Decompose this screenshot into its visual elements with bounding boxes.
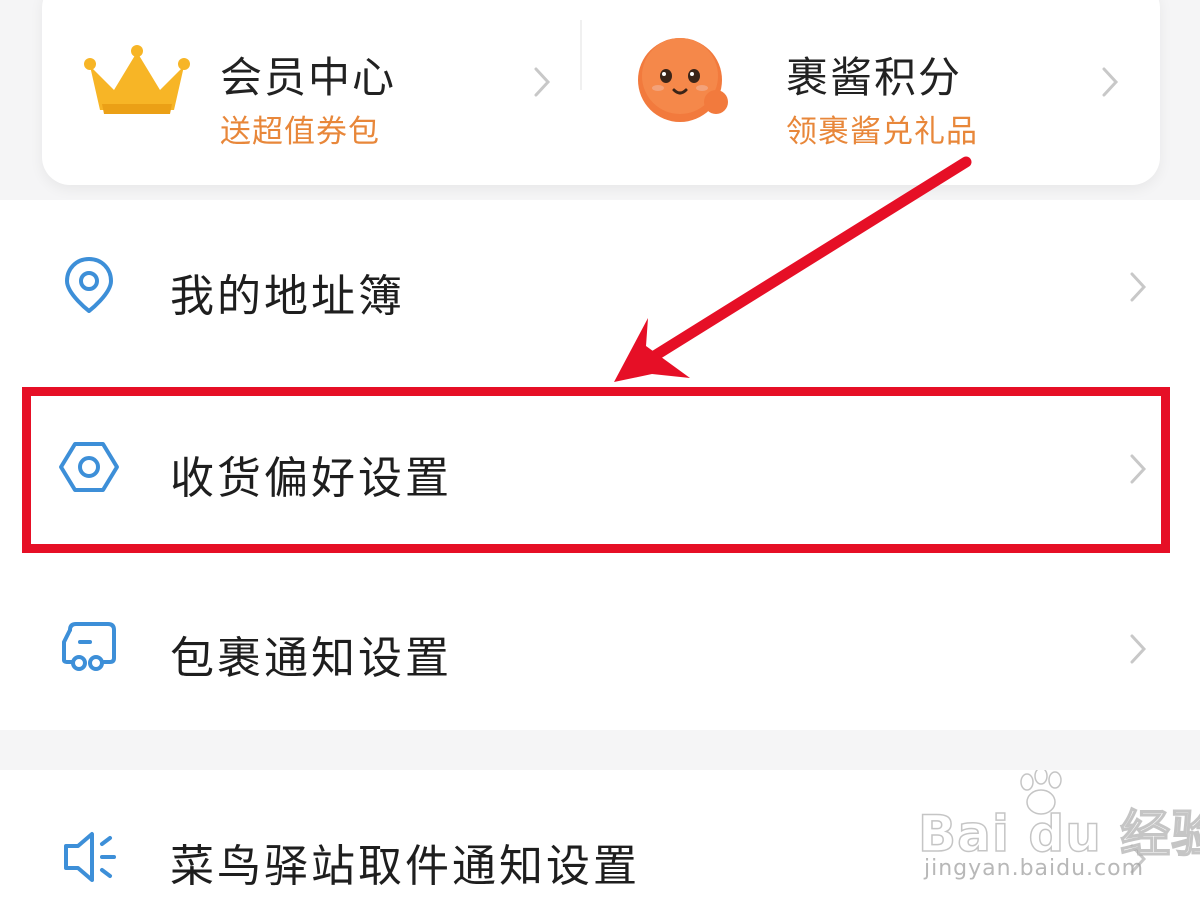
- chevron-right-icon: [534, 67, 551, 97]
- chevron-right-icon: [1130, 272, 1147, 302]
- menu-item-address-book[interactable]: 我的地址簿: [0, 222, 1200, 352]
- menu-item-delivery-preferences[interactable]: 收货偏好设置: [0, 402, 1200, 532]
- menu-item-label: 我的地址簿: [170, 271, 405, 322]
- chevron-right-icon: [1130, 454, 1147, 484]
- chevron-right-icon: [1130, 634, 1147, 664]
- member-center-title: 会员中心: [220, 53, 397, 102]
- menu-item-label: 包裹通知设置: [170, 633, 452, 684]
- crown-icon: [84, 45, 190, 114]
- menu-item-label: 菜鸟驿站取件通知设置: [170, 841, 640, 892]
- mascot-icon: [638, 38, 728, 122]
- top-section: 会员中心 送超值券包 裹酱积分 领裹酱兑礼品: [0, 0, 1200, 230]
- menu-item-package-notifications[interactable]: 包裹通知设置: [0, 584, 1200, 714]
- points-title: 裹酱积分: [786, 53, 963, 102]
- chevron-right-icon: [1102, 67, 1119, 97]
- points-subtitle: 领裹酱兑礼品: [786, 114, 978, 150]
- points-button[interactable]: 裹酱积分 领裹酱兑礼品: [580, 0, 1140, 185]
- app-screen: 会员中心 送超值券包 裹酱积分 领裹酱兑礼品 我的地址簿 收货偏好设置 包裹通知…: [0, 0, 1200, 900]
- settings-list: 我的地址簿 收货偏好设置 包裹通知设置: [0, 200, 1200, 730]
- member-center-subtitle: 送超值券包: [220, 114, 380, 150]
- chevron-right-icon: [1130, 844, 1147, 874]
- speaker-icon: [64, 832, 116, 882]
- hexagon-settings-icon: [59, 442, 119, 492]
- member-center-button[interactable]: 会员中心 送超值券包: [42, 0, 582, 185]
- menu-item-station-pickup-notifications[interactable]: 菜鸟驿站取件通知设置: [0, 790, 1200, 900]
- menu-item-label: 收货偏好设置: [170, 453, 452, 504]
- location-pin-icon: [65, 257, 113, 313]
- delivery-truck-icon: [62, 622, 116, 671]
- station-settings-list: 菜鸟驿站取件通知设置: [0, 770, 1200, 900]
